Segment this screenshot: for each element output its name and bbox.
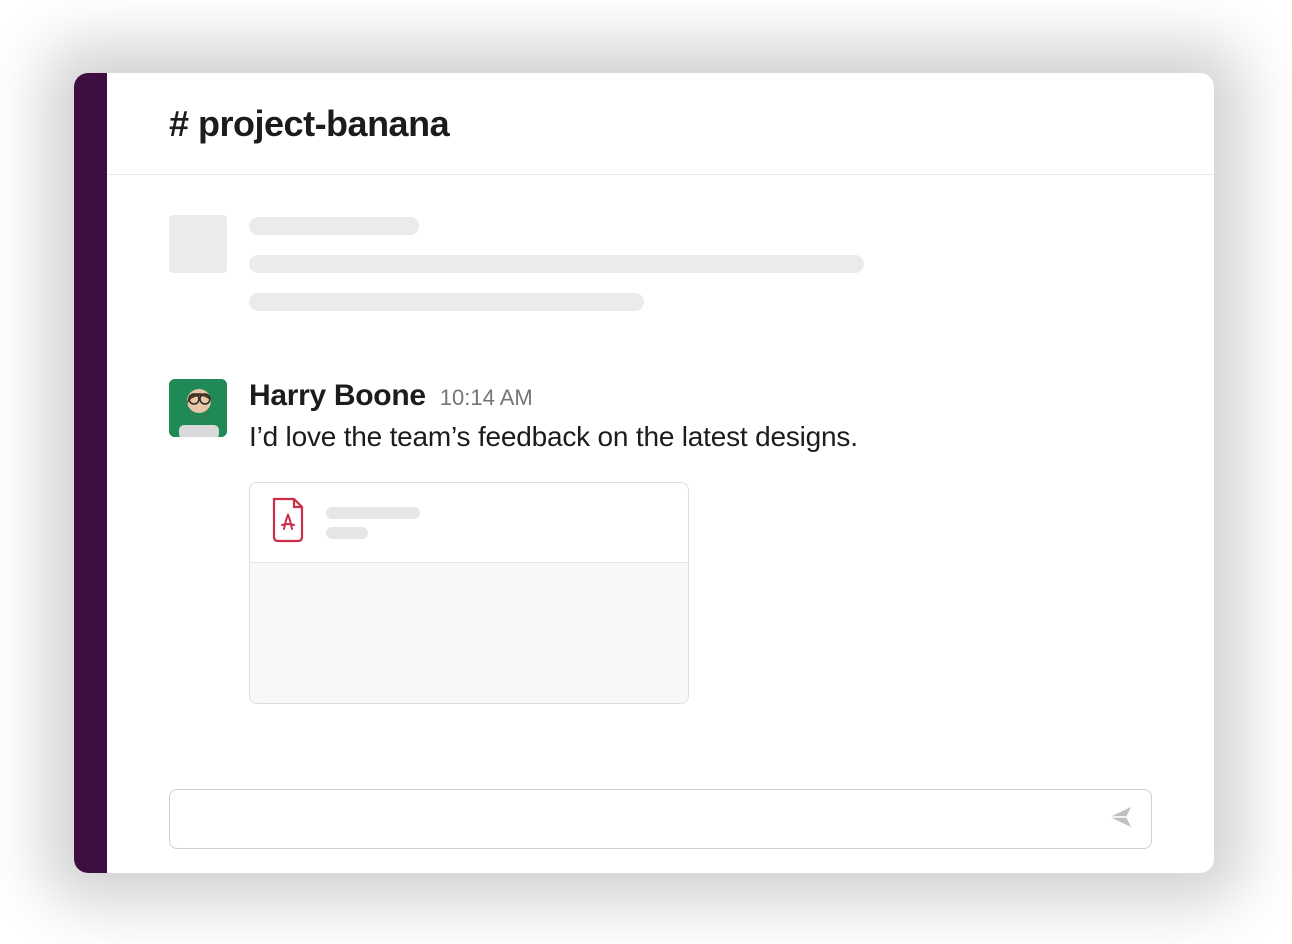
message-body: Harry Boone 10:14 AM I’d love the team’s… (249, 379, 1152, 704)
avatar[interactable] (169, 379, 227, 437)
message-text: I’d love the team’s feedback on the late… (249, 417, 1152, 456)
composer-input[interactable] (170, 809, 1101, 830)
file-attachment[interactable] (249, 482, 689, 704)
pdf-icon (268, 497, 308, 548)
placeholder-line (249, 255, 864, 273)
app-window: # project-banana (74, 73, 1214, 873)
message-composer[interactable] (169, 789, 1152, 849)
channel-hash: # (169, 103, 189, 144)
send-button[interactable] (1101, 799, 1141, 839)
message-header: Harry Boone 10:14 AM (249, 379, 1152, 413)
channel-name[interactable]: # project-banana (169, 103, 449, 145)
channel-name-text: project-banana (198, 103, 449, 144)
sidebar-strip (74, 73, 107, 873)
message-sender[interactable]: Harry Boone (249, 379, 426, 413)
avatar-placeholder (169, 215, 227, 273)
attachment-name-placeholder (326, 507, 420, 519)
placeholder-line (249, 217, 419, 235)
channel-header: # project-banana (107, 73, 1214, 175)
main-panel: # project-banana (107, 73, 1214, 873)
message: Harry Boone 10:14 AM I’d love the team’s… (169, 379, 1152, 704)
attachment-meta (326, 507, 670, 539)
message-timestamp[interactable]: 10:14 AM (440, 385, 533, 411)
placeholder-line (249, 293, 644, 311)
attachment-preview (250, 563, 688, 703)
attachment-size-placeholder (326, 527, 368, 539)
message-list: Harry Boone 10:14 AM I’d love the team’s… (107, 175, 1214, 873)
text-placeholder (249, 215, 1152, 331)
attachment-header (250, 483, 688, 563)
message-placeholder (169, 215, 1152, 331)
send-icon (1107, 803, 1135, 836)
